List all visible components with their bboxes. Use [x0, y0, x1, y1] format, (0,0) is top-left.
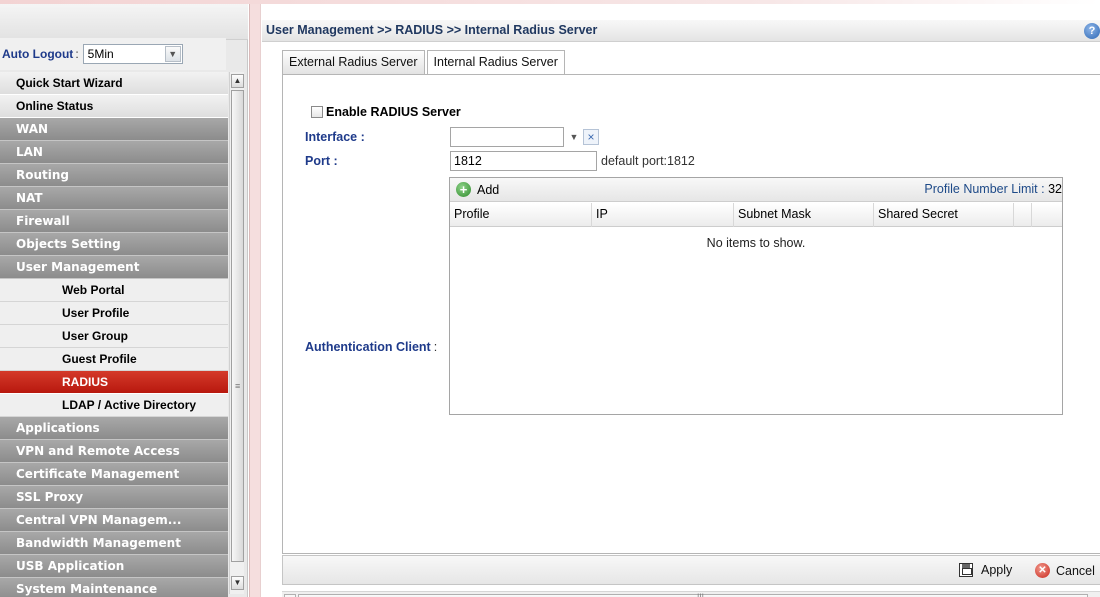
auth-client-colon: :	[433, 340, 438, 354]
save-icon	[959, 563, 973, 577]
sidebar-item-firewall[interactable]: Firewall	[0, 210, 228, 233]
sidebar: Auto Logout : 5Min ▼ Quick Start Wizard O…	[0, 4, 248, 597]
sidebar-item-lan[interactable]: LAN	[0, 141, 228, 164]
main-panel: User Management >> RADIUS >> Internal Ra…	[262, 20, 1100, 597]
grid-toolbar: + Add Profile Number Limit : 32	[450, 178, 1062, 202]
auth-client-label: Authentication Client:	[305, 340, 437, 354]
auth-client-grid: + Add Profile Number Limit : 32 Profile …	[449, 177, 1063, 415]
sidebar-item-nat[interactable]: NAT	[0, 187, 228, 210]
breadcrumb: User Management >> RADIUS >> Internal Ra…	[266, 23, 598, 37]
sidebar-item-objects-setting[interactable]: Objects Setting	[0, 233, 228, 256]
sidebar-item-system-maintenance[interactable]: System Maintenance	[0, 578, 228, 597]
sidebar-item-vpn-and-remote-access[interactable]: VPN and Remote Access	[0, 440, 228, 463]
sidebar-item-certificate-management[interactable]: Certificate Management	[0, 463, 228, 486]
chevron-down-icon[interactable]: ▼	[164, 46, 181, 62]
tab-bar: External Radius Server Internal Radius S…	[282, 50, 567, 75]
auto-logout: Auto Logout : 5Min ▼	[0, 38, 226, 70]
sidebar-item-central-vpn-managem[interactable]: Central VPN Managem...	[0, 509, 228, 532]
apply-label: Apply	[981, 563, 1013, 577]
sidebar-item-quick-start-wizard[interactable]: Quick Start Wizard	[0, 72, 228, 95]
page-title-bar: User Management >> RADIUS >> Internal Ra…	[262, 20, 1100, 42]
sidebar-item-bandwidth-management[interactable]: Bandwidth Management	[0, 532, 228, 555]
sidebar-item-user-group[interactable]: User Group	[0, 325, 228, 348]
auto-logout-label: Auto Logout	[2, 47, 74, 61]
add-label: Add	[477, 182, 500, 197]
enable-radius-label: Enable RADIUS Server	[326, 105, 461, 119]
cancel-icon: ✕	[1035, 563, 1050, 578]
column-header-shared-secret[interactable]: Shared Secret	[874, 203, 1014, 227]
cancel-button[interactable]: ✕ Cancel	[1035, 563, 1095, 578]
chevron-down-icon[interactable]: ▼	[567, 130, 581, 144]
sidebar-item-ldap-active-directory[interactable]: LDAP / Active Directory	[0, 394, 228, 417]
interface-label: Interface :	[305, 130, 365, 144]
column-header-ip[interactable]: IP	[592, 203, 734, 227]
sidebar-scroll-thumb[interactable]: ≡	[231, 90, 244, 562]
scroll-up-arrow-icon[interactable]: ▲	[231, 74, 244, 88]
auto-logout-colon: :	[75, 47, 79, 61]
scroll-grip-icon: |||	[697, 592, 705, 597]
sidebar-scrollbar[interactable]: ▲ ≡ ▼	[229, 72, 244, 594]
tab-content: Enable RADIUS Server Interface : ▼ × Por…	[282, 74, 1100, 554]
port-label: Port :	[305, 154, 338, 168]
enable-radius-row: Enable RADIUS Server	[311, 105, 461, 119]
column-header-profile[interactable]: Profile	[450, 203, 592, 227]
add-icon: +	[456, 182, 471, 197]
auth-client-label-text: Authentication Client	[305, 340, 431, 354]
column-header-spacer	[1014, 203, 1032, 227]
profile-limit-label: Profile Number Limit :	[924, 182, 1045, 196]
tab-external-radius-server[interactable]: External Radius Server	[282, 50, 425, 74]
sidebar-logo-area	[0, 4, 248, 40]
auto-logout-select[interactable]: 5Min ▼	[82, 44, 183, 64]
sidebar-item-usb-application[interactable]: USB Application	[0, 555, 228, 578]
port-hint: default port:1812	[601, 154, 695, 168]
sidebar-item-radius[interactable]: RADIUS	[0, 371, 228, 394]
sidebar-item-wan[interactable]: WAN	[0, 118, 228, 141]
column-header-subnet-mask[interactable]: Subnet Mask	[734, 203, 874, 227]
sidebar-item-guest-profile[interactable]: Guest Profile	[0, 348, 228, 371]
sidebar-item-routing[interactable]: Routing	[0, 164, 228, 187]
grid-header-row: Profile IP Subnet Mask Shared Secret	[450, 203, 1062, 227]
action-footer: Apply ✕ Cancel	[282, 555, 1100, 585]
sidebar-item-online-status[interactable]: Online Status	[0, 95, 228, 118]
scroll-down-arrow-icon[interactable]: ▼	[231, 576, 244, 590]
sidebar-item-user-profile[interactable]: User Profile	[0, 302, 228, 325]
empty-message: No items to show.	[706, 236, 806, 250]
enable-radius-checkbox[interactable]	[311, 106, 323, 118]
radius-panel: External Radius Server Internal Radius S…	[282, 50, 1100, 597]
help-icon[interactable]: ?	[1084, 23, 1100, 39]
horizontal-scrollbar[interactable]: ◀ |||	[282, 591, 1100, 597]
tab-internal-radius-server[interactable]: Internal Radius Server	[426, 50, 565, 75]
apply-button[interactable]: Apply	[959, 563, 1012, 577]
sidebar-item-web-portal[interactable]: Web Portal	[0, 279, 228, 302]
cancel-label: Cancel	[1056, 563, 1095, 578]
port-input[interactable]: 1812	[450, 151, 597, 171]
clear-icon[interactable]: ×	[583, 129, 599, 145]
profile-limit: Profile Number Limit : 32	[924, 182, 1062, 196]
interface-select[interactable]	[450, 127, 564, 147]
auto-logout-value: 5Min	[87, 47, 114, 61]
frame-divider[interactable]	[249, 4, 261, 597]
scroll-grip-icon: ≡	[235, 381, 241, 391]
add-button[interactable]: + Add	[456, 182, 499, 197]
sidebar-menu: Quick Start Wizard Online Status WAN LAN Rou…	[0, 72, 228, 597]
sidebar-item-applications[interactable]: Applications	[0, 417, 228, 440]
sidebar-item-user-management[interactable]: User Management	[0, 256, 228, 279]
sidebar-item-ssl-proxy[interactable]: SSL Proxy	[0, 486, 228, 509]
profile-limit-value: 32	[1048, 182, 1062, 196]
